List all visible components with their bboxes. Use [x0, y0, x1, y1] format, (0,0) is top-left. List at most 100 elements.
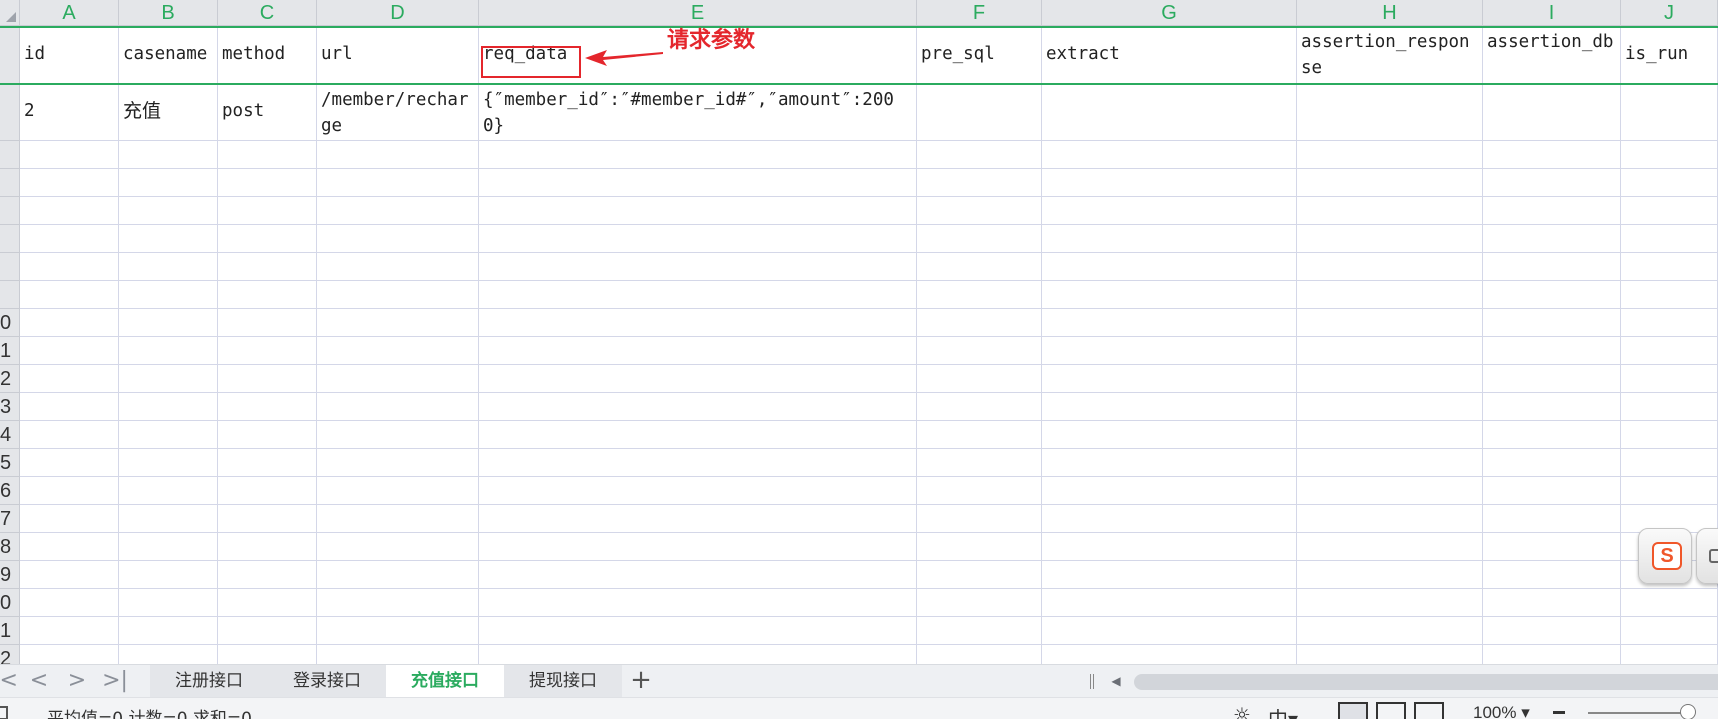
tab-register[interactable]: 注册接口	[150, 665, 268, 698]
empty-cell[interactable]	[917, 533, 1042, 561]
empty-cell[interactable]	[1621, 281, 1718, 309]
empty-cell[interactable]	[479, 617, 917, 645]
empty-cell[interactable]	[1297, 337, 1483, 365]
empty-cell[interactable]	[1042, 617, 1297, 645]
empty-cell[interactable]	[1483, 393, 1621, 421]
empty-cell[interactable]	[317, 449, 479, 477]
empty-cell[interactable]	[20, 309, 119, 337]
cell-header-url[interactable]: url	[317, 26, 479, 84]
empty-cell[interactable]	[1297, 393, 1483, 421]
scroll-left-arrow-icon[interactable]: ◀	[1106, 665, 1126, 698]
empty-cell[interactable]	[218, 449, 317, 477]
cell-pre-sql[interactable]	[917, 84, 1042, 141]
empty-cell[interactable]	[218, 533, 317, 561]
empty-cell[interactable]	[1483, 169, 1621, 197]
empty-cell[interactable]	[1042, 393, 1297, 421]
empty-cell[interactable]	[479, 197, 917, 225]
spreadsheet-grid[interactable]: A B C D E F G H I J 0 1 2 3 4 5 6 7 8 9 …	[0, 0, 1718, 664]
cell-req-data[interactable]: {″member_id″:″#member_id#″,″amount″:2000…	[479, 84, 917, 141]
empty-cell[interactable]	[1621, 253, 1718, 281]
empty-cell[interactable]	[218, 421, 317, 449]
empty-cell[interactable]	[1297, 533, 1483, 561]
empty-cell[interactable]	[917, 393, 1042, 421]
empty-cell[interactable]	[317, 561, 479, 589]
empty-cell[interactable]	[917, 281, 1042, 309]
row-header[interactable]: 5	[0, 449, 20, 477]
empty-cell[interactable]	[317, 225, 479, 253]
cell-header-id[interactable]: id	[20, 26, 119, 84]
empty-cell[interactable]	[119, 281, 218, 309]
empty-cell[interactable]	[1042, 141, 1297, 169]
empty-cell[interactable]	[1042, 337, 1297, 365]
empty-cell[interactable]	[1042, 169, 1297, 197]
empty-cell[interactable]	[479, 477, 917, 505]
cell-header-assertion-response[interactable]: assertion_response	[1297, 26, 1483, 84]
empty-cell[interactable]	[20, 225, 119, 253]
empty-cell[interactable]	[1621, 421, 1718, 449]
empty-cell[interactable]	[20, 505, 119, 533]
empty-cell[interactable]	[218, 141, 317, 169]
empty-cell[interactable]	[119, 449, 218, 477]
empty-cell[interactable]	[479, 365, 917, 393]
empty-cell[interactable]	[119, 365, 218, 393]
empty-cell[interactable]	[479, 421, 917, 449]
empty-cell[interactable]	[218, 197, 317, 225]
empty-cell[interactable]	[317, 365, 479, 393]
empty-cell[interactable]	[119, 505, 218, 533]
empty-cell[interactable]	[1042, 645, 1297, 664]
empty-cell[interactable]	[1042, 561, 1297, 589]
empty-cell[interactable]	[917, 561, 1042, 589]
empty-cell[interactable]	[917, 253, 1042, 281]
empty-cell[interactable]	[1483, 225, 1621, 253]
row-header[interactable]: 1	[0, 617, 20, 645]
tab-recharge[interactable]: 充值接口	[386, 665, 504, 698]
empty-cell[interactable]	[1621, 617, 1718, 645]
empty-cell[interactable]	[1621, 225, 1718, 253]
empty-cell[interactable]	[1483, 337, 1621, 365]
page-layout-view-icon[interactable]	[1376, 702, 1406, 719]
first-sheet-button[interactable]: |<	[0, 665, 22, 698]
empty-cell[interactable]	[119, 421, 218, 449]
row-header[interactable]: 8	[0, 533, 20, 561]
empty-cell[interactable]	[1297, 645, 1483, 664]
empty-cell[interactable]	[1483, 253, 1621, 281]
empty-cell[interactable]	[119, 141, 218, 169]
empty-cell[interactable]	[218, 281, 317, 309]
empty-cell[interactable]	[479, 281, 917, 309]
empty-cell[interactable]	[1297, 561, 1483, 589]
row-header[interactable]: 4	[0, 421, 20, 449]
empty-cell[interactable]	[119, 645, 218, 664]
empty-cell[interactable]	[917, 477, 1042, 505]
empty-cell[interactable]	[917, 169, 1042, 197]
empty-cell[interactable]	[479, 141, 917, 169]
column-header-g[interactable]: G	[1042, 0, 1297, 26]
empty-cell[interactable]	[1483, 421, 1621, 449]
empty-cell[interactable]	[917, 449, 1042, 477]
empty-cell[interactable]	[20, 561, 119, 589]
empty-cell[interactable]	[218, 225, 317, 253]
empty-cell[interactable]	[1042, 253, 1297, 281]
empty-cell[interactable]	[479, 645, 917, 664]
empty-cell[interactable]	[917, 645, 1042, 664]
empty-cell[interactable]	[218, 617, 317, 645]
empty-cell[interactable]	[119, 477, 218, 505]
empty-cell[interactable]	[1483, 281, 1621, 309]
empty-cell[interactable]	[317, 393, 479, 421]
empty-cell[interactable]	[1042, 533, 1297, 561]
empty-cell[interactable]	[917, 365, 1042, 393]
input-mode-icon[interactable]: 中▾	[1268, 703, 1298, 719]
empty-cell[interactable]	[1621, 449, 1718, 477]
empty-cell[interactable]	[218, 477, 317, 505]
empty-cell[interactable]	[917, 141, 1042, 169]
cell-header-method[interactable]: method	[218, 26, 317, 84]
ime-secondary-button[interactable]	[1696, 528, 1718, 584]
empty-cell[interactable]	[1297, 505, 1483, 533]
empty-cell[interactable]	[917, 309, 1042, 337]
empty-cell[interactable]	[20, 421, 119, 449]
select-all-corner[interactable]	[0, 0, 20, 26]
empty-cell[interactable]	[1042, 281, 1297, 309]
empty-cell[interactable]	[1621, 197, 1718, 225]
empty-cell[interactable]	[20, 589, 119, 617]
empty-cell[interactable]	[1297, 449, 1483, 477]
empty-cell[interactable]	[218, 645, 317, 664]
